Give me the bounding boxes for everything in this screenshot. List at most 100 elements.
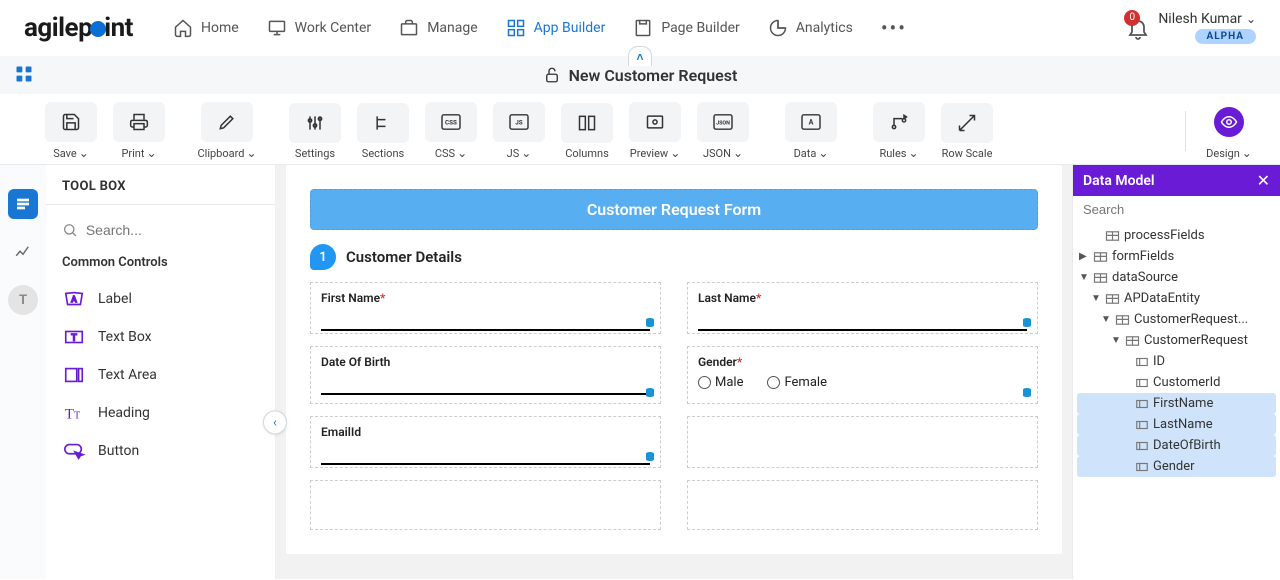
- preview-button[interactable]: Preview: [624, 102, 686, 160]
- nav-pagebuilder[interactable]: Page Builder: [633, 18, 739, 38]
- dm-node-formfields[interactable]: ▶formFields: [1077, 246, 1276, 267]
- field-icon: [1135, 461, 1149, 473]
- field-empty[interactable]: [687, 416, 1038, 468]
- radio-female-label: Female: [784, 375, 826, 390]
- radio-female[interactable]: Female: [767, 375, 826, 390]
- separator: [46, 204, 275, 205]
- toolbar: Save Print Clipboard Settings Sections C…: [0, 94, 1280, 165]
- svg-text:T: T: [74, 411, 80, 422]
- preview-icon: [645, 112, 665, 132]
- field-email[interactable]: EmailId: [310, 416, 661, 468]
- clipboard-button[interactable]: Clipboard: [196, 102, 258, 160]
- form-title-bar[interactable]: Customer Request Form: [310, 189, 1038, 230]
- nav-manage[interactable]: Manage: [399, 18, 477, 38]
- dm-label: processFields: [1124, 228, 1205, 243]
- dm-node-processfields[interactable]: processFields: [1077, 225, 1276, 246]
- sub-header: ˄ New Customer Request: [0, 56, 1280, 94]
- rules-button[interactable]: Rules: [868, 102, 930, 160]
- dm-node-dob[interactable]: DateOfBirth: [1077, 435, 1276, 456]
- svg-text:JS: JS: [515, 119, 523, 127]
- field-empty[interactable]: [687, 480, 1038, 530]
- toolbox-search-input[interactable]: [86, 222, 259, 238]
- search-icon: [62, 221, 78, 239]
- collapse-header-button[interactable]: ˄: [628, 46, 652, 66]
- dm-node-cr[interactable]: ▼CustomerRequest: [1077, 330, 1276, 351]
- save-button[interactable]: Save: [40, 102, 102, 160]
- field-firstname-label: First Name: [321, 291, 380, 305]
- field-icon: [1135, 440, 1149, 452]
- chevron-down-icon: [908, 146, 918, 160]
- tool-heading[interactable]: TT Heading: [62, 394, 259, 432]
- save-label: Save: [53, 147, 77, 160]
- chevron-down-icon: [246, 146, 256, 160]
- rowscale-button[interactable]: Row Scale: [936, 102, 998, 160]
- sections-label: Sections: [362, 147, 404, 160]
- rail-text-button[interactable]: T: [8, 285, 38, 315]
- dm-node-id[interactable]: ID: [1077, 351, 1276, 372]
- tool-label[interactable]: A Label: [62, 280, 259, 318]
- nav-pagebuilder-label: Page Builder: [661, 20, 739, 36]
- dm-node-firstname[interactable]: FirstName: [1077, 393, 1276, 414]
- grid-icon: [506, 18, 526, 38]
- required-star: *: [737, 355, 742, 369]
- json-button[interactable]: JSON JSON: [692, 102, 754, 160]
- dm-node-custid[interactable]: CustomerId: [1077, 372, 1276, 393]
- notification-bell[interactable]: 0: [1126, 16, 1150, 40]
- dm-node-gender[interactable]: Gender: [1077, 456, 1276, 477]
- field-firstname[interactable]: First Name*: [310, 282, 661, 334]
- database-icon: [644, 317, 656, 329]
- nav-home[interactable]: Home: [173, 18, 239, 38]
- dm-node-cr-parent[interactable]: ▼CustomerRequest...: [1077, 309, 1276, 330]
- chevron-down-icon: [521, 146, 531, 160]
- field-dob[interactable]: Date Of Birth: [310, 346, 661, 404]
- form-canvas[interactable]: Customer Request Form 1 Customer Details…: [286, 165, 1062, 554]
- button-icon: [62, 440, 86, 462]
- required-star: *: [756, 291, 761, 305]
- nav-appbuilder[interactable]: App Builder: [506, 18, 606, 38]
- tool-textarea[interactable]: Text Area: [62, 356, 259, 394]
- user-menu[interactable]: Nilesh Kumar: [1158, 11, 1256, 27]
- field-gender[interactable]: Gender* Male Female: [687, 346, 1038, 404]
- database-icon: [1021, 317, 1033, 329]
- dm-node-datasource[interactable]: ▼dataSource: [1077, 267, 1276, 288]
- dm-node-lastname[interactable]: LastName: [1077, 414, 1276, 435]
- data-model-title: Data Model: [1083, 173, 1155, 189]
- field-icon: [1135, 377, 1149, 389]
- data-model-search-input[interactable]: [1083, 200, 1270, 219]
- tool-textbox[interactable]: T Text Box: [62, 318, 259, 356]
- table-icon: [1125, 335, 1140, 347]
- gender-radio-group: Male Female: [698, 375, 1027, 390]
- css-button[interactable]: CSS CSS: [420, 102, 482, 160]
- triangle-down-icon: ▼: [1111, 335, 1121, 346]
- settings-button[interactable]: Settings: [284, 102, 346, 160]
- nav-workcenter[interactable]: Work Center: [267, 18, 372, 38]
- svg-text:A: A: [71, 295, 77, 305]
- apps-grid-icon[interactable]: [14, 64, 34, 84]
- dm-node-apdata[interactable]: ▼APDataEntity: [1077, 288, 1276, 309]
- field-empty[interactable]: [310, 480, 661, 530]
- data-model-search[interactable]: [1073, 196, 1280, 223]
- data-button[interactable]: A Data: [780, 102, 842, 160]
- nav-analytics[interactable]: Analytics: [768, 18, 853, 38]
- print-button[interactable]: Print: [108, 102, 170, 160]
- sections-button[interactable]: Sections: [352, 102, 414, 160]
- toolbox-search[interactable]: [62, 215, 259, 251]
- js-button[interactable]: JS JS: [488, 102, 550, 160]
- workspace: T TOOL BOX Common Controls A Label T Tex…: [0, 165, 1280, 579]
- brand-logo: agilepint: [24, 13, 133, 43]
- close-icon[interactable]: ✕: [1257, 171, 1270, 190]
- database-icon: [644, 451, 656, 463]
- rail-toolbox-button[interactable]: [8, 189, 38, 219]
- tool-button[interactable]: Button: [62, 432, 259, 470]
- section-header[interactable]: 1 Customer Details: [310, 244, 1038, 270]
- field-email-label: EmailId: [321, 425, 361, 439]
- columns-button[interactable]: Columns: [556, 102, 618, 160]
- radio-male[interactable]: Male: [698, 375, 743, 390]
- design-button[interactable]: Design: [1198, 102, 1260, 160]
- toolbox-collapse-button[interactable]: ‹: [263, 410, 287, 434]
- nav-more-icon[interactable]: •••: [881, 16, 907, 40]
- rail-chart-button[interactable]: [8, 237, 38, 267]
- field-lastname[interactable]: Last Name*: [687, 282, 1038, 334]
- table-icon: [1105, 293, 1120, 305]
- triangle-right-icon: ▶: [1079, 251, 1089, 262]
